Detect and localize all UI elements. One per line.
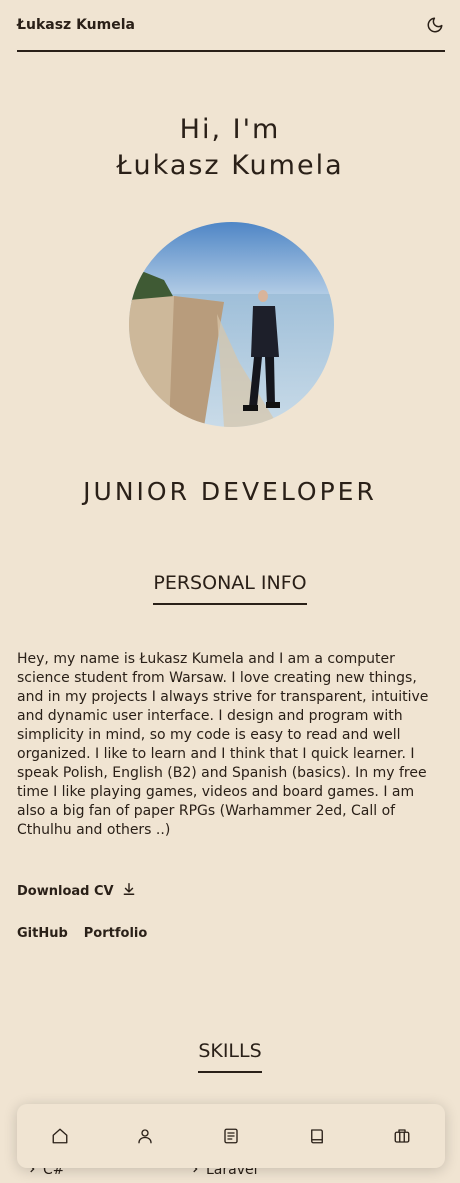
role-title: JUNIOR DEVELOPER [83, 477, 377, 506]
download-icon [122, 882, 136, 900]
download-cv-label: Download CV [17, 883, 114, 899]
briefcase-icon[interactable] [387, 1121, 417, 1151]
skills-title: SKILLS [198, 1040, 262, 1073]
top-header: Łukasz Kumela [17, 0, 445, 52]
bio-text: Hey, my name is Łukasz Kumela and I am a… [17, 651, 429, 838]
personal-info-title: PERSONAL INFO [153, 572, 307, 605]
home-icon[interactable] [45, 1121, 75, 1151]
brand-name[interactable]: Łukasz Kumela [17, 17, 135, 33]
download-cv-button[interactable]: Download CV [17, 882, 136, 900]
avatar [129, 222, 334, 427]
hero-greeting: Hi, I'm [179, 114, 281, 145]
hero-name: Łukasz Kumela [116, 150, 344, 181]
document-icon[interactable] [216, 1121, 246, 1151]
bottom-nav [17, 1104, 445, 1168]
social-links: GitHub Portfolio [17, 926, 147, 941]
personal-info-heading: PERSONAL INFO [0, 572, 460, 605]
moon-icon[interactable] [425, 15, 445, 35]
skills-heading: SKILLS [0, 1040, 460, 1073]
portfolio-link[interactable]: Portfolio [84, 926, 148, 941]
user-icon[interactable] [130, 1121, 160, 1151]
github-link[interactable]: GitHub [17, 926, 68, 941]
hero-title: Hi, I'm Łukasz Kumela [0, 112, 460, 184]
book-icon[interactable] [302, 1121, 332, 1151]
